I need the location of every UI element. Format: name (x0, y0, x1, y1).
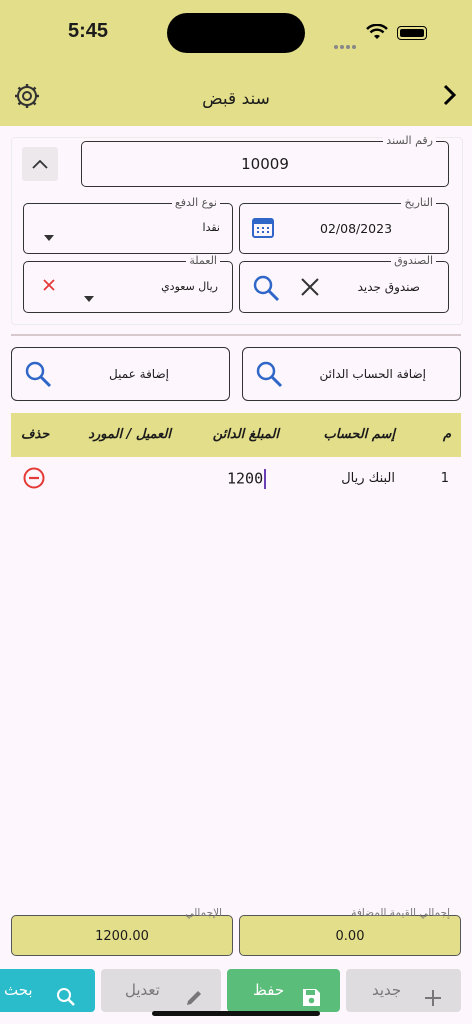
col-header-credit-amount: المبلغ الدائن (212, 427, 279, 442)
total-value: 1200.00 (95, 929, 149, 944)
col-header-no: م (442, 427, 451, 442)
search-icon (56, 981, 76, 1024)
voucher-number-label: رقم السند (383, 134, 436, 148)
section-divider (11, 334, 461, 336)
settings-gear-icon[interactable] (14, 83, 40, 109)
home-indicator (152, 1011, 320, 1016)
collapse-chevron-up-icon[interactable] (22, 147, 58, 181)
dynamic-island (167, 13, 305, 53)
currency-value: ريال سعودي (161, 280, 218, 293)
edit-button[interactable]: تعديل (101, 969, 221, 1012)
new-button[interactable]: جديد (346, 969, 461, 1012)
col-header-delete: حذف (21, 427, 50, 442)
payment-type-value: نقدا (202, 221, 220, 234)
payment-type-dropdown[interactable]: نوع الدفع نقدا (23, 196, 233, 254)
app-bar: سند قبض (0, 64, 472, 126)
col-header-account-name: إسم الحساب (323, 427, 395, 442)
status-time: 5:45 (68, 20, 109, 42)
voucher-number-field[interactable]: رقم السند 10009 (81, 134, 449, 187)
clear-currency-icon[interactable] (42, 277, 56, 291)
add-customer-label: إضافة عميل (109, 367, 169, 381)
save-button-label: حفظ (253, 981, 285, 999)
row-no: 1 (440, 471, 449, 486)
total-field: الإجمالي 1200.00 (11, 907, 233, 956)
voucher-number-value: 10009 (241, 155, 289, 173)
edit-button-label: تعديل (125, 981, 160, 999)
signal-icon (334, 34, 358, 53)
vat-total-label: إجمالي القيمة المضافة (351, 907, 450, 919)
battery-icon (397, 26, 427, 40)
row-account-name: البنك ريال (341, 471, 395, 486)
search-icon (255, 360, 283, 392)
floppy-disk-icon (302, 981, 321, 1024)
box-field[interactable]: الصندوق صندوق جديد (239, 254, 449, 313)
box-value: صندوق جديد (357, 280, 420, 294)
page-title: سند قبض (202, 89, 270, 109)
search-icon (24, 360, 52, 392)
new-button-label: جديد (372, 981, 402, 999)
currency-dropdown[interactable]: العملة ريال سعودي (23, 254, 233, 313)
pencil-icon (185, 981, 203, 1024)
col-header-customer-supplier: العميل / المورد (88, 427, 171, 442)
status-bar: 5:45 (0, 0, 472, 64)
save-button[interactable]: حفظ (227, 969, 340, 1012)
search-button-label: بحث (4, 981, 33, 999)
payment-type-label: نوع الدفع (171, 196, 220, 210)
search-button[interactable]: بحث (0, 969, 95, 1012)
add-creditor-account-button[interactable]: إضافة الحساب الدائن (242, 347, 461, 401)
search-box-icon[interactable] (252, 274, 280, 306)
date-field[interactable]: التاريخ 02/08/2023 (239, 196, 449, 254)
wifi-icon (366, 23, 388, 44)
total-label: الإجمالي (185, 907, 222, 919)
row-credit-amount-input[interactable]: 1200 (227, 469, 267, 489)
plus-icon (424, 981, 442, 1024)
currency-label: العملة (186, 254, 220, 268)
dropdown-arrow-icon (44, 226, 54, 245)
add-customer-button[interactable]: إضافة عميل (11, 347, 230, 401)
dropdown-arrow-icon (84, 287, 94, 306)
date-label: التاريخ (401, 196, 436, 210)
vat-total-field: إجمالي القيمة المضافة 0.00 (239, 907, 461, 956)
calendar-icon[interactable] (252, 216, 274, 242)
add-creditor-account-label: إضافة الحساب الدائن (319, 367, 426, 381)
date-value: 02/08/2023 (320, 221, 393, 236)
back-chevron-icon[interactable] (438, 83, 462, 109)
vat-total-value: 0.00 (335, 929, 365, 944)
delete-row-icon[interactable] (23, 467, 45, 493)
table-header: م إسم الحساب المبلغ الدائن العميل / المو… (11, 413, 461, 457)
clear-box-icon[interactable] (300, 277, 320, 301)
table-row[interactable]: 1 البنك ريال 1200 (11, 457, 461, 501)
box-label: الصندوق (391, 254, 436, 268)
